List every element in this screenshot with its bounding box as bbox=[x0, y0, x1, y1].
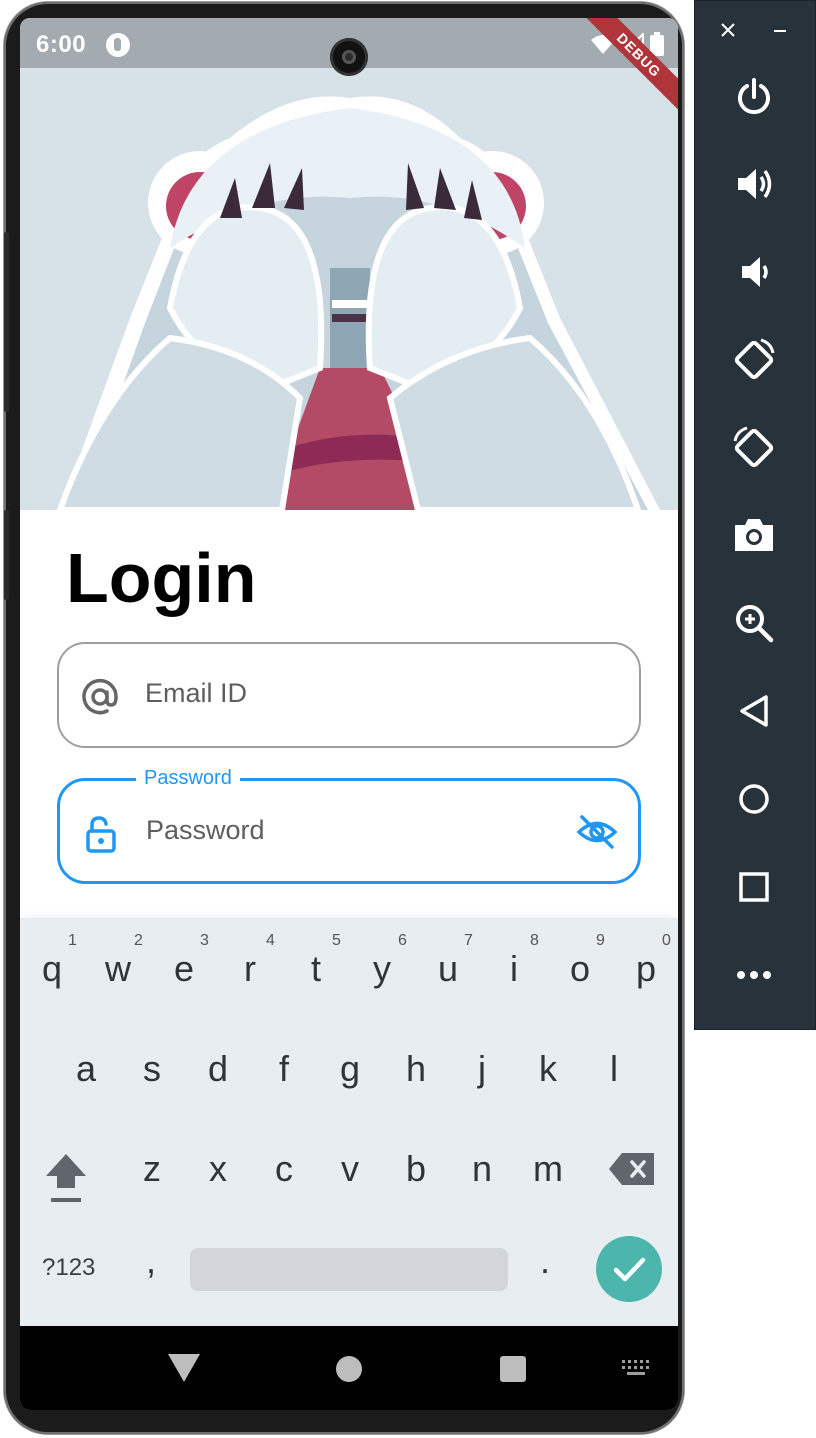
system-navigation-bar bbox=[20, 1326, 678, 1410]
email-placeholder: Email ID bbox=[145, 678, 248, 708]
rotate-left-icon bbox=[734, 338, 775, 380]
home-button[interactable] bbox=[729, 774, 779, 824]
phone-side-button bbox=[4, 510, 9, 600]
space-key[interactable] bbox=[190, 1248, 508, 1291]
home-icon[interactable] bbox=[336, 1356, 362, 1382]
key-hint-2: 2 bbox=[134, 932, 143, 949]
volume-down-icon bbox=[742, 257, 768, 287]
overview-button[interactable] bbox=[729, 862, 779, 912]
enter-key[interactable] bbox=[596, 1236, 662, 1302]
key-t[interactable]: t bbox=[286, 948, 346, 990]
volume-down-button[interactable] bbox=[729, 247, 779, 297]
key-j[interactable]: j bbox=[452, 1048, 512, 1090]
camera-icon bbox=[735, 519, 773, 551]
key-b[interactable]: b bbox=[386, 1148, 446, 1190]
key-n[interactable]: n bbox=[452, 1148, 512, 1190]
key-hint-4: 4 bbox=[266, 932, 275, 949]
back-icon bbox=[740, 695, 768, 727]
key-l[interactable]: l bbox=[584, 1048, 644, 1090]
bear-covering-eyes-illustration bbox=[56, 96, 660, 510]
key-c[interactable]: c bbox=[254, 1148, 314, 1190]
key-hint-1: 1 bbox=[68, 932, 77, 949]
more-icon bbox=[737, 971, 771, 979]
key-e[interactable]: e bbox=[154, 948, 214, 990]
power-button[interactable] bbox=[729, 72, 779, 122]
emulator-control-panel bbox=[694, 0, 816, 1030]
shift-icon[interactable] bbox=[42, 1150, 90, 1206]
key-o[interactable]: o bbox=[550, 948, 610, 990]
check-icon bbox=[613, 1257, 646, 1282]
keyboard-icon[interactable] bbox=[622, 1360, 650, 1378]
back-button[interactable] bbox=[729, 686, 779, 736]
rotate-left-button[interactable] bbox=[729, 335, 779, 385]
rotate-right-icon bbox=[733, 426, 774, 468]
device-screen: 6:00 DEBUG Login Email ID Password Passw… bbox=[20, 18, 678, 1410]
key-v[interactable]: v bbox=[320, 1148, 380, 1190]
phone-frame: 6:00 DEBUG Login Email ID Password Passw… bbox=[4, 2, 684, 1434]
rotate-right-button[interactable] bbox=[729, 423, 779, 473]
overview-icon bbox=[739, 872, 769, 902]
app-notification-icon bbox=[106, 33, 130, 57]
key-hint-6: 6 bbox=[398, 932, 407, 949]
key-k[interactable]: k bbox=[518, 1048, 578, 1090]
power-icon bbox=[738, 78, 770, 115]
key-x[interactable]: x bbox=[188, 1148, 248, 1190]
key-r[interactable]: r bbox=[220, 948, 280, 990]
key-a[interactable]: a bbox=[56, 1048, 116, 1090]
minimize-icon[interactable] bbox=[772, 22, 788, 38]
symbols-key[interactable]: ?123 bbox=[42, 1254, 95, 1282]
front-camera bbox=[330, 38, 368, 76]
key-h[interactable]: h bbox=[386, 1048, 446, 1090]
key-i[interactable]: i bbox=[484, 948, 544, 990]
recents-icon[interactable] bbox=[500, 1356, 526, 1382]
key-u[interactable]: u bbox=[418, 948, 478, 990]
hero-illustration bbox=[20, 68, 678, 510]
backspace-icon[interactable] bbox=[608, 1152, 656, 1186]
page-title: Login bbox=[66, 539, 257, 617]
key-hint-3: 3 bbox=[200, 932, 209, 949]
zoom-icon bbox=[736, 605, 774, 643]
key-m[interactable]: m bbox=[518, 1148, 578, 1190]
close-icon[interactable] bbox=[720, 22, 736, 38]
password-placeholder: Password bbox=[146, 815, 265, 845]
home-icon bbox=[739, 784, 769, 814]
volume-up-icon bbox=[738, 169, 772, 199]
status-bar: 6:00 DEBUG bbox=[20, 18, 678, 116]
unlock-icon bbox=[86, 816, 116, 853]
status-time: 6:00 bbox=[36, 31, 87, 58]
volume-up-button[interactable] bbox=[729, 159, 779, 209]
key-p[interactable]: p bbox=[616, 948, 676, 990]
soft-keyboard: ?123 , . q1w2e3r4t5y6u7i8o9p0 asdfghjkl zx… bbox=[20, 918, 678, 1326]
key-hint-5: 5 bbox=[332, 932, 341, 949]
key-hint-9: 9 bbox=[596, 932, 605, 949]
key-d[interactable]: d bbox=[188, 1048, 248, 1090]
key-y[interactable]: y bbox=[352, 948, 412, 990]
key-hint-8: 8 bbox=[530, 932, 539, 949]
key-hint-7: 7 bbox=[464, 932, 473, 949]
key-s[interactable]: s bbox=[122, 1048, 182, 1090]
comma-key[interactable]: , bbox=[146, 1240, 156, 1282]
phone-side-button bbox=[4, 232, 9, 412]
back-icon[interactable] bbox=[168, 1354, 200, 1382]
password-label: Password bbox=[136, 767, 240, 790]
visibility-off-icon[interactable] bbox=[576, 813, 618, 851]
key-g[interactable]: g bbox=[320, 1048, 380, 1090]
key-f[interactable]: f bbox=[254, 1048, 314, 1090]
screenshot-button[interactable] bbox=[729, 510, 779, 560]
key-hint-0: 0 bbox=[662, 932, 671, 949]
zoom-button[interactable] bbox=[729, 598, 779, 648]
at-icon bbox=[82, 678, 118, 715]
password-field[interactable]: Password Password bbox=[57, 767, 641, 884]
period-key[interactable]: . bbox=[540, 1240, 550, 1282]
key-z[interactable]: z bbox=[122, 1148, 182, 1190]
key-q[interactable]: q bbox=[22, 948, 82, 990]
email-field[interactable]: Email ID bbox=[57, 642, 641, 748]
key-w[interactable]: w bbox=[88, 948, 148, 990]
more-button[interactable] bbox=[729, 950, 779, 1000]
